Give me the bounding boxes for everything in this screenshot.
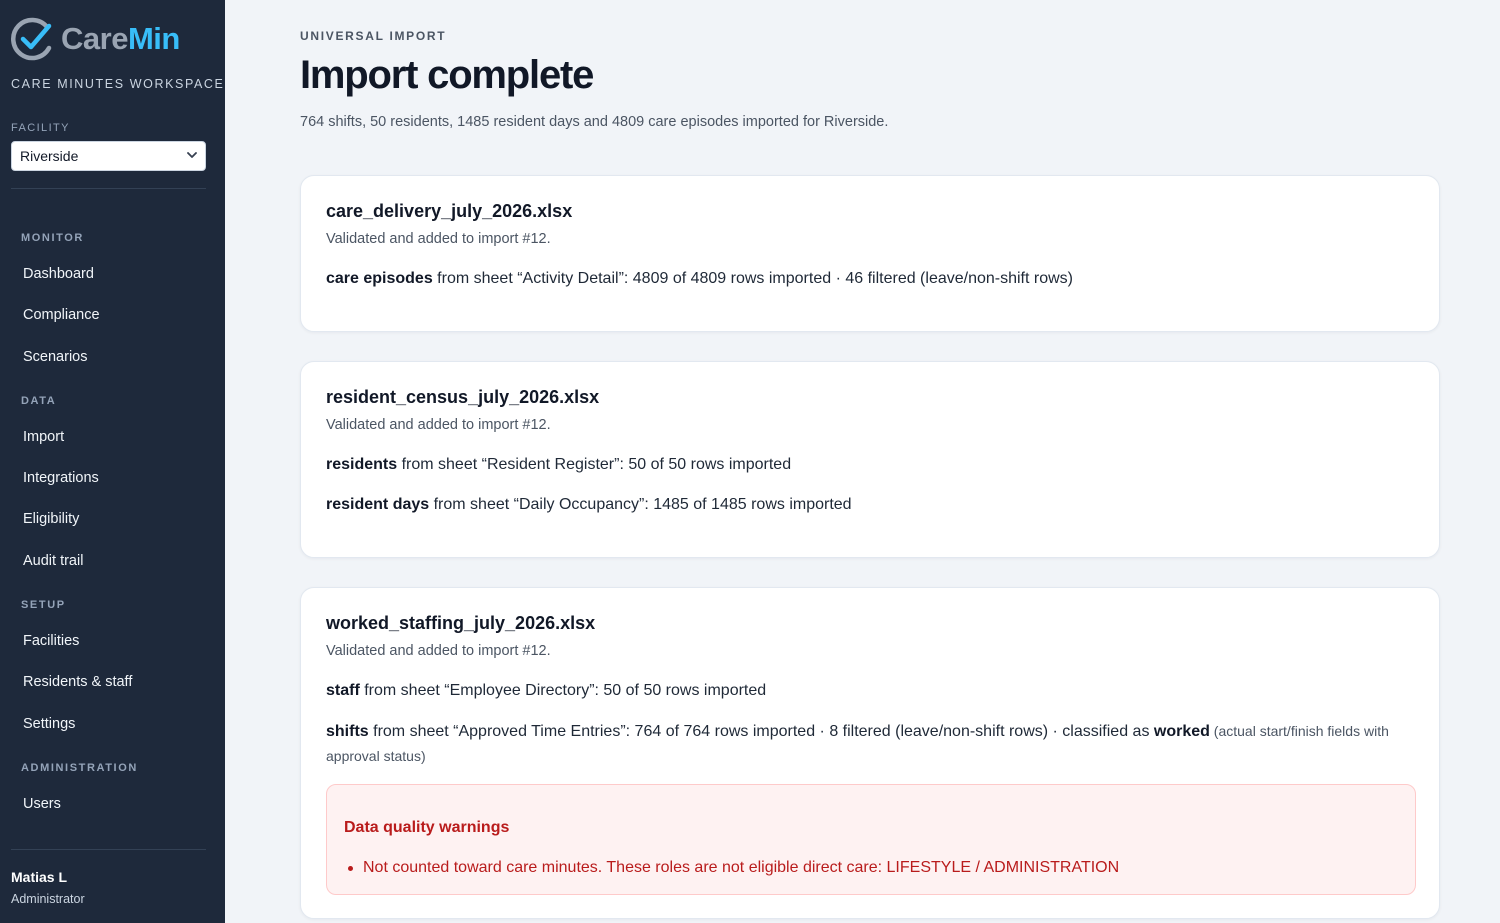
entity-label: residents bbox=[326, 456, 398, 473]
sidebar-item-facilities[interactable]: Facilities bbox=[23, 633, 79, 649]
sidebar-divider bbox=[11, 188, 206, 189]
classification-label: worked bbox=[1153, 723, 1210, 740]
entity-label: shifts bbox=[326, 723, 369, 740]
chevron-down-icon bbox=[187, 150, 197, 162]
entity-label: staff bbox=[326, 682, 360, 699]
file-name: worked_staffing_july_2026.xlsx bbox=[326, 613, 596, 633]
user-role: Administrator bbox=[11, 892, 85, 906]
user-name[interactable]: Matias L bbox=[11, 869, 67, 885]
import-file-card: worked_staffing_july_2026.xlsx Validated… bbox=[300, 587, 1440, 919]
sidebar-item-compliance[interactable]: Compliance bbox=[23, 307, 100, 323]
import-detail-line: resident days from sheet “Daily Occupanc… bbox=[326, 493, 1414, 517]
warnings-title: Data quality warnings bbox=[344, 819, 510, 836]
brand-name-min: Min bbox=[127, 21, 180, 56]
data-quality-warnings: Data quality warnings Not counted toward… bbox=[326, 784, 1416, 895]
detail-text: from sheet “Resident Register”: 50 of 50… bbox=[397, 456, 792, 473]
import-detail-line: care episodes from sheet “Activity Detai… bbox=[326, 267, 1414, 291]
import-file-card: resident_census_july_2026.xlsx Validated… bbox=[300, 361, 1440, 558]
file-status: Validated and added to import #12. bbox=[326, 231, 551, 247]
sidebar-item-integrations[interactable]: Integrations bbox=[23, 470, 99, 486]
nav-section-data: DATA bbox=[21, 395, 57, 407]
page-title: Import complete bbox=[300, 53, 594, 97]
sidebar-item-dashboard[interactable]: Dashboard bbox=[23, 266, 94, 282]
detail-text: from sheet “Daily Occupancy”: 1485 of 14… bbox=[429, 496, 852, 513]
import-detail-line: residents from sheet “Resident Register”… bbox=[326, 453, 1414, 477]
file-status: Validated and added to import #12. bbox=[326, 643, 551, 659]
workspace-label: CARE MINUTES WORKSPACE bbox=[11, 77, 225, 91]
entity-label: resident days bbox=[326, 496, 430, 513]
nav-section-setup: SETUP bbox=[21, 599, 66, 611]
brand-name-care: Care bbox=[61, 21, 128, 56]
sidebar-item-import[interactable]: Import bbox=[23, 429, 64, 445]
sidebar-item-users[interactable]: Users bbox=[23, 796, 61, 812]
detail-text: from sheet “Employee Directory”: 50 of 5… bbox=[359, 682, 767, 699]
nav-section-administration: ADMINISTRATION bbox=[21, 762, 138, 774]
detail-text: from sheet “Approved Time Entries”: 764 … bbox=[368, 723, 1154, 740]
checkmark-clock-icon bbox=[11, 17, 52, 61]
file-status: Validated and added to import #12. bbox=[326, 417, 551, 433]
sidebar-item-residents-staff[interactable]: Residents & staff bbox=[23, 674, 132, 690]
import-detail-line: staff from sheet “Employee Directory”: 5… bbox=[326, 679, 1414, 703]
brand-logo[interactable]: CareMin bbox=[11, 17, 180, 61]
detail-text: from sheet “Activity Detail”: 4809 of 48… bbox=[432, 270, 1073, 287]
sidebar-item-eligibility[interactable]: Eligibility bbox=[23, 511, 79, 527]
sidebar-item-scenarios[interactable]: Scenarios bbox=[23, 349, 87, 365]
facility-select-value: Riverside bbox=[20, 148, 79, 164]
sidebar-item-audit-trail[interactable]: Audit trail bbox=[23, 553, 83, 569]
import-summary: 764 shifts, 50 residents, 1485 resident … bbox=[300, 114, 889, 130]
sidebar-divider bbox=[11, 849, 206, 850]
import-detail-line: shifts from sheet “Approved Time Entries… bbox=[326, 719, 1414, 769]
file-name: resident_census_july_2026.xlsx bbox=[326, 387, 600, 407]
import-file-card: care_delivery_july_2026.xlsx Validated a… bbox=[300, 175, 1440, 332]
facility-select[interactable]: Riverside bbox=[11, 141, 206, 171]
page-eyebrow: UNIVERSAL IMPORT bbox=[300, 29, 447, 43]
bullet-icon bbox=[348, 865, 353, 871]
entity-label: care episodes bbox=[326, 270, 433, 287]
facility-label: FACILITY bbox=[11, 122, 70, 134]
nav-section-monitor: MONITOR bbox=[21, 232, 84, 244]
sidebar-item-settings[interactable]: Settings bbox=[23, 716, 75, 732]
brand-name: CareMin bbox=[61, 21, 180, 57]
warning-item: Not counted toward care minutes. These r… bbox=[344, 859, 1119, 877]
file-name: care_delivery_july_2026.xlsx bbox=[326, 201, 573, 221]
warning-text: Not counted toward care minutes. These r… bbox=[363, 859, 1120, 876]
sidebar: CareMin CARE MINUTES WORKSPACE FACILITY … bbox=[0, 0, 225, 923]
